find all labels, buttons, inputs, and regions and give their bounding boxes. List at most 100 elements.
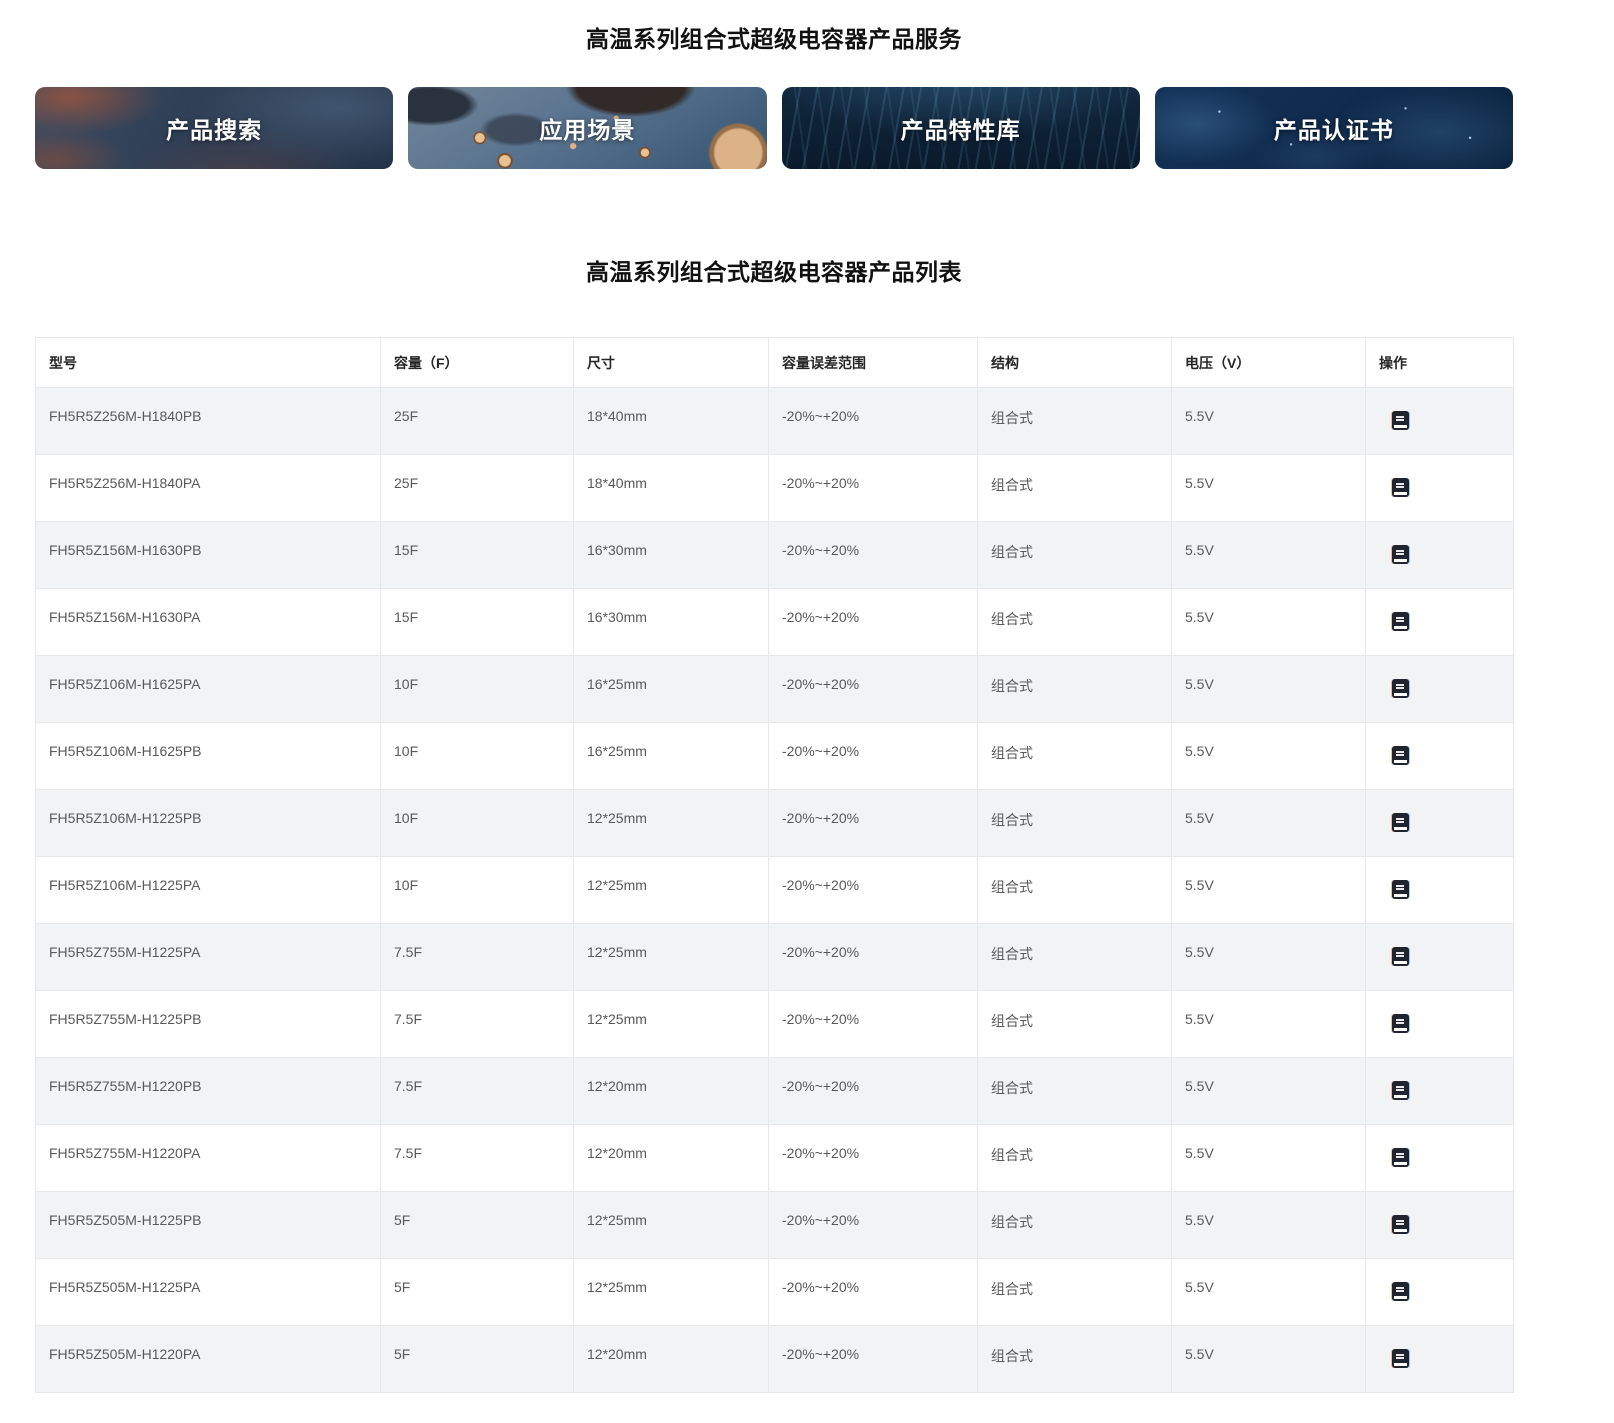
datasheet-icon[interactable] [1392, 1148, 1409, 1167]
voltage-cell: 5.5V [1172, 1259, 1366, 1326]
list-title: 高温系列组合式超级电容器产品列表 [35, 253, 1513, 287]
datasheet-icon[interactable] [1392, 545, 1409, 564]
model-cell: FH5R5Z505M-H1225PB [36, 1192, 381, 1259]
datasheet-icon[interactable] [1392, 1349, 1409, 1368]
column-header-action: 操作 [1366, 338, 1514, 388]
model-cell: FH5R5Z256M-H1840PA [36, 455, 381, 522]
datasheet-icon[interactable] [1392, 746, 1409, 765]
column-header-voltage: 电压（V） [1172, 338, 1366, 388]
capacity-cell: 15F [381, 589, 574, 656]
model-cell: FH5R5Z106M-H1225PB [36, 790, 381, 857]
structure-cell: 组合式 [978, 589, 1172, 656]
action-cell [1366, 1125, 1514, 1192]
action-cell [1366, 857, 1514, 924]
banner-product-certificates-label: 产品认证书 [1274, 111, 1394, 145]
banner-product-search[interactable]: 产品搜索 [35, 87, 393, 169]
datasheet-icon[interactable] [1392, 679, 1409, 698]
product-row: FH5R5Z755M-H1225PA7.5F12*25mm-20%~+20%组合… [36, 924, 1514, 991]
product-row: FH5R5Z505M-H1225PA5F12*25mm-20%~+20%组合式5… [36, 1259, 1514, 1326]
capacity-cell: 7.5F [381, 991, 574, 1058]
tolerance-cell: -20%~+20% [769, 1058, 978, 1125]
capacity-cell: 7.5F [381, 924, 574, 991]
datasheet-icon[interactable] [1392, 813, 1409, 832]
banner-product-search-label: 产品搜索 [166, 111, 262, 145]
action-cell [1366, 589, 1514, 656]
model-cell: FH5R5Z755M-H1225PB [36, 991, 381, 1058]
model-cell: FH5R5Z505M-H1220PA [36, 1326, 381, 1393]
tolerance-cell: -20%~+20% [769, 656, 978, 723]
size-cell: 18*40mm [574, 455, 769, 522]
product-row: FH5R5Z755M-H1220PB7.5F12*20mm-20%~+20%组合… [36, 1058, 1514, 1125]
structure-cell: 组合式 [978, 723, 1172, 790]
product-row: FH5R5Z106M-H1625PA10F16*25mm-20%~+20%组合式… [36, 656, 1514, 723]
voltage-cell: 5.5V [1172, 1125, 1366, 1192]
structure-cell: 组合式 [978, 1058, 1172, 1125]
structure-cell: 组合式 [978, 790, 1172, 857]
datasheet-icon[interactable] [1392, 947, 1409, 966]
model-cell: FH5R5Z106M-H1625PA [36, 656, 381, 723]
datasheet-icon[interactable] [1392, 880, 1409, 899]
datasheet-icon[interactable] [1392, 411, 1409, 430]
tolerance-cell: -20%~+20% [769, 790, 978, 857]
size-cell: 12*25mm [574, 790, 769, 857]
size-cell: 12*20mm [574, 1125, 769, 1192]
voltage-cell: 5.5V [1172, 991, 1366, 1058]
voltage-cell: 5.5V [1172, 924, 1366, 991]
structure-cell: 组合式 [978, 1326, 1172, 1393]
datasheet-icon[interactable] [1392, 1081, 1409, 1100]
capacity-cell: 25F [381, 455, 574, 522]
product-table: 型号容量（F）尺寸容量误差范围结构电压（V）操作 FH5R5Z256M-H184… [35, 337, 1514, 1393]
action-cell [1366, 1259, 1514, 1326]
structure-cell: 组合式 [978, 388, 1172, 455]
datasheet-icon[interactable] [1392, 1215, 1409, 1234]
capacity-cell: 25F [381, 388, 574, 455]
tolerance-cell: -20%~+20% [769, 455, 978, 522]
capacity-cell: 5F [381, 1326, 574, 1393]
product-row: FH5R5Z156M-H1630PA15F16*30mm-20%~+20%组合式… [36, 589, 1514, 656]
voltage-cell: 5.5V [1172, 1326, 1366, 1393]
product-row: FH5R5Z755M-H1225PB7.5F12*25mm-20%~+20%组合… [36, 991, 1514, 1058]
action-cell [1366, 1192, 1514, 1259]
size-cell: 16*25mm [574, 656, 769, 723]
model-cell: FH5R5Z755M-H1225PA [36, 924, 381, 991]
banner-application-scenarios[interactable]: 应用场景 [408, 87, 766, 169]
column-header-size: 尺寸 [574, 338, 769, 388]
product-row: FH5R5Z505M-H1225PB5F12*25mm-20%~+20%组合式5… [36, 1192, 1514, 1259]
product-row: FH5R5Z106M-H1225PA10F12*25mm-20%~+20%组合式… [36, 857, 1514, 924]
datasheet-icon[interactable] [1392, 1014, 1409, 1033]
datasheet-icon[interactable] [1392, 612, 1409, 631]
tolerance-cell: -20%~+20% [769, 857, 978, 924]
structure-cell: 组合式 [978, 1192, 1172, 1259]
model-cell: FH5R5Z156M-H1630PB [36, 522, 381, 589]
product-row: FH5R5Z106M-H1225PB10F12*25mm-20%~+20%组合式… [36, 790, 1514, 857]
tolerance-cell: -20%~+20% [769, 1192, 978, 1259]
structure-cell: 组合式 [978, 924, 1172, 991]
action-cell [1366, 1326, 1514, 1393]
size-cell: 12*20mm [574, 1058, 769, 1125]
datasheet-icon[interactable] [1392, 1282, 1409, 1301]
structure-cell: 组合式 [978, 857, 1172, 924]
action-cell [1366, 522, 1514, 589]
model-cell: FH5R5Z156M-H1630PA [36, 589, 381, 656]
capacity-cell: 5F [381, 1259, 574, 1326]
action-cell [1366, 455, 1514, 522]
voltage-cell: 5.5V [1172, 1192, 1366, 1259]
tolerance-cell: -20%~+20% [769, 522, 978, 589]
size-cell: 16*30mm [574, 522, 769, 589]
capacity-cell: 15F [381, 522, 574, 589]
capacity-cell: 10F [381, 656, 574, 723]
size-cell: 12*25mm [574, 857, 769, 924]
structure-cell: 组合式 [978, 1125, 1172, 1192]
column-header-model: 型号 [36, 338, 381, 388]
structure-cell: 组合式 [978, 1259, 1172, 1326]
table-header-row: 型号容量（F）尺寸容量误差范围结构电压（V）操作 [36, 338, 1514, 388]
tolerance-cell: -20%~+20% [769, 991, 978, 1058]
datasheet-icon[interactable] [1392, 478, 1409, 497]
voltage-cell: 5.5V [1172, 522, 1366, 589]
banner-product-features[interactable]: 产品特性库 [782, 87, 1140, 169]
voltage-cell: 5.5V [1172, 656, 1366, 723]
banner-product-certificates[interactable]: 产品认证书 [1155, 87, 1513, 169]
model-cell: FH5R5Z106M-H1225PA [36, 857, 381, 924]
product-row: FH5R5Z755M-H1220PA7.5F12*20mm-20%~+20%组合… [36, 1125, 1514, 1192]
model-cell: FH5R5Z505M-H1225PA [36, 1259, 381, 1326]
